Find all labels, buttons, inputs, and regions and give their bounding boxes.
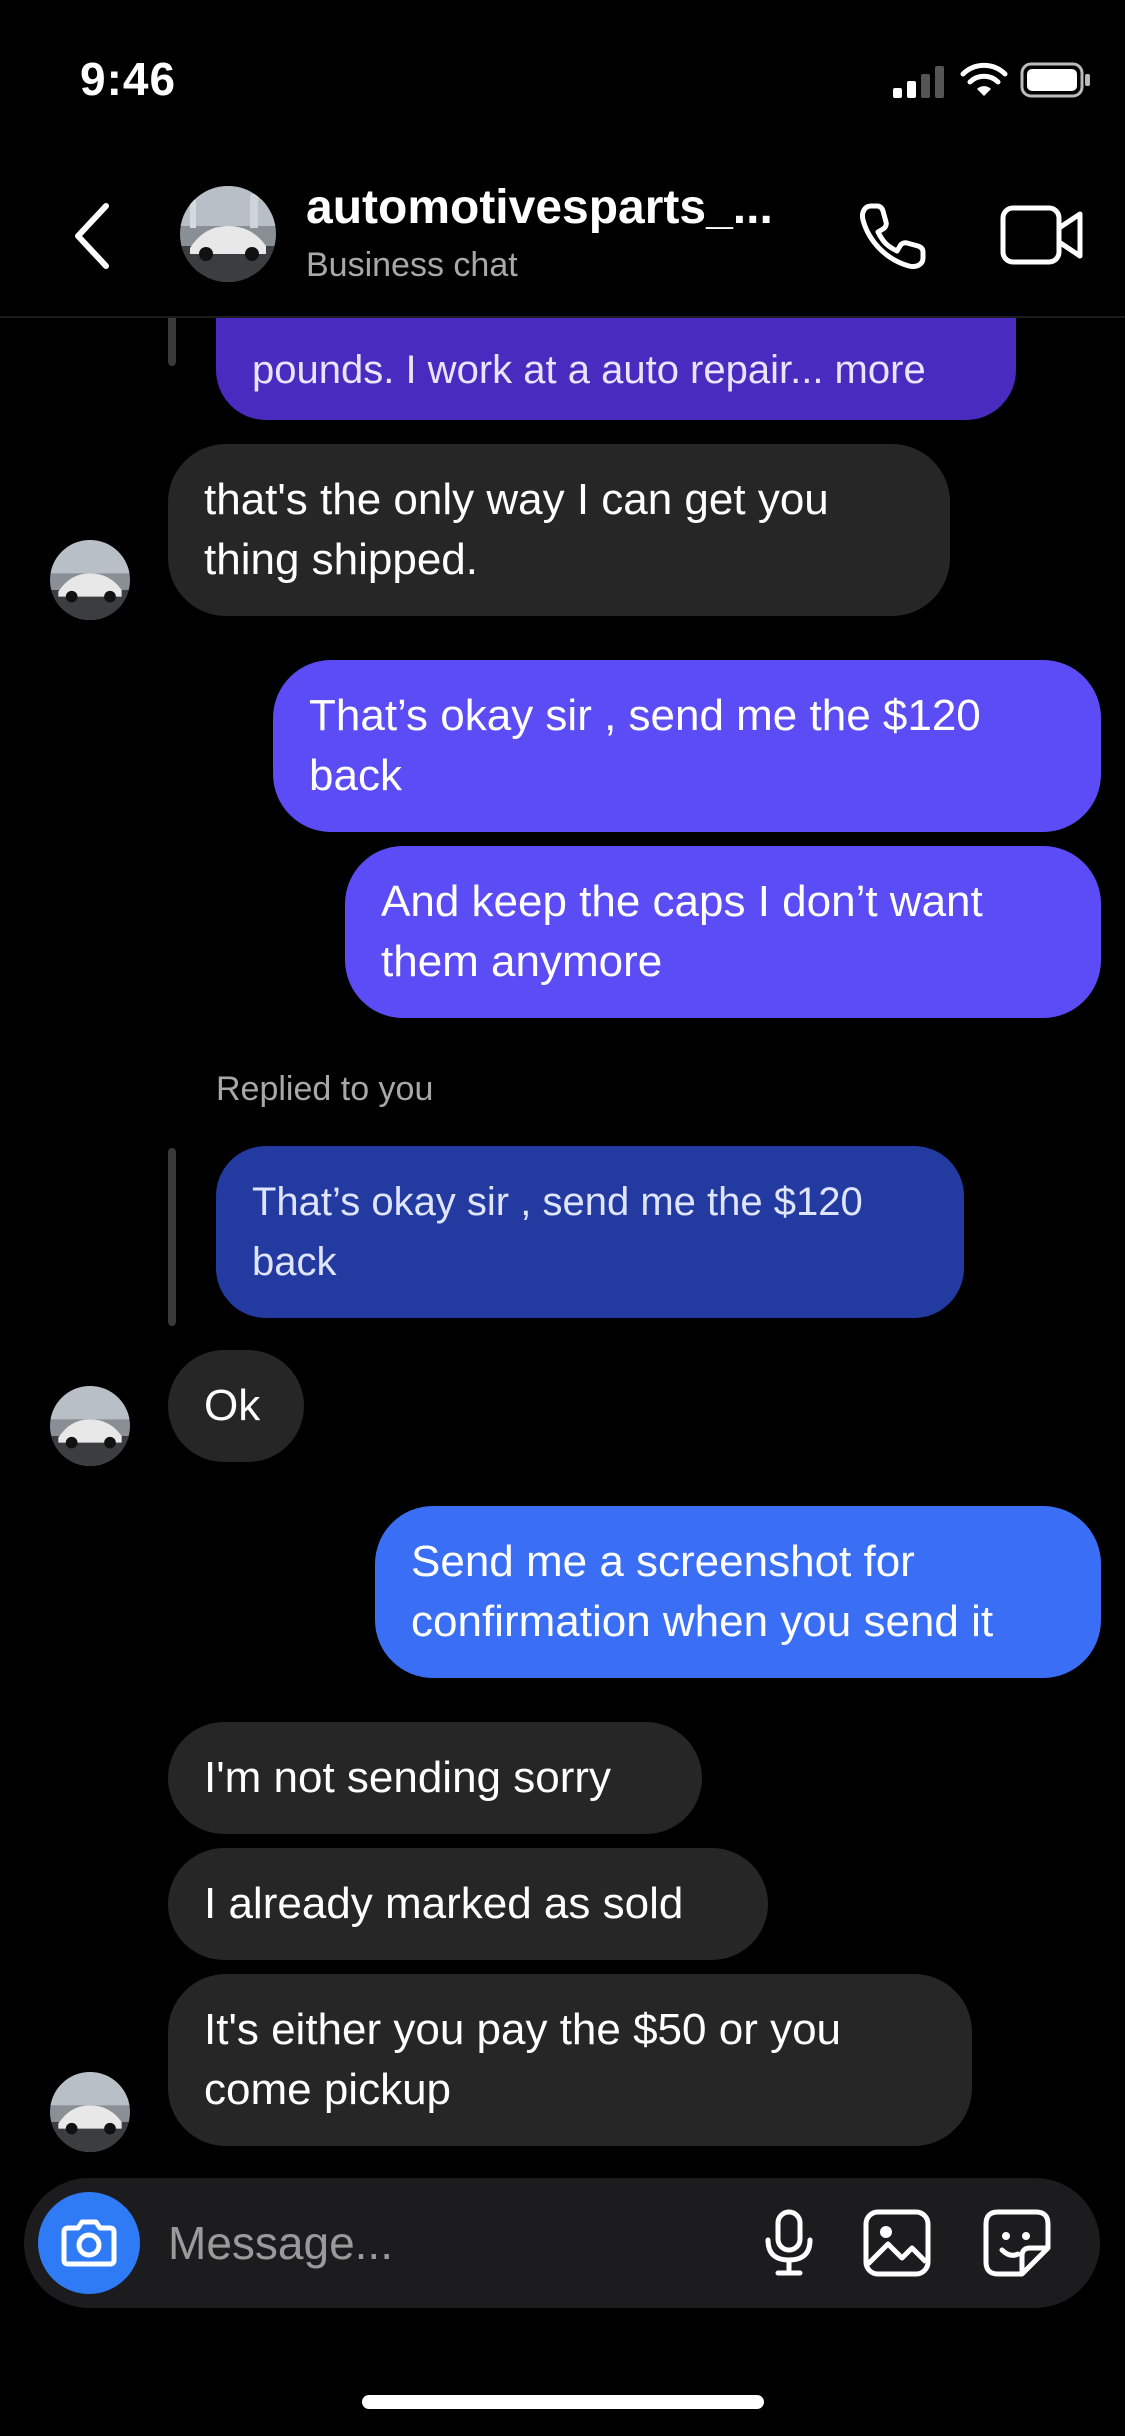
message-composer	[24, 2178, 1100, 2308]
message-input[interactable]	[168, 2210, 728, 2276]
chat-header: automotivesparts_... Business chat	[0, 150, 1125, 318]
quote-bar	[168, 318, 176, 366]
status-time: 9:46	[80, 53, 177, 105]
chat-subtitle: Business chat	[306, 246, 518, 284]
chevron-left-icon[interactable]	[66, 200, 122, 272]
message-thread[interactable]: pounds. I work at a auto repair... more …	[0, 318, 1125, 2178]
quote-bar	[168, 1148, 176, 1326]
outgoing-message[interactable]: That’s okay sir , send me the $120 back	[273, 660, 1101, 832]
gallery-icon[interactable]	[862, 2208, 932, 2278]
incoming-message[interactable]: I'm not sending sorry	[168, 1722, 702, 1834]
status-bar: 9:46	[0, 0, 1125, 150]
outgoing-message[interactable]: And keep the caps I don’t want them anym…	[345, 846, 1101, 1018]
quoted-message[interactable]: That’s okay sir , send me the $120 back	[216, 1146, 964, 1318]
video-camera-icon[interactable]	[1000, 202, 1084, 268]
home-indicator[interactable]	[362, 2395, 764, 2409]
reply-label: Replied to you	[216, 1070, 434, 1108]
contact-name[interactable]: automotivesparts_...	[306, 180, 773, 235]
camera-button[interactable]	[38, 2192, 140, 2294]
sender-avatar[interactable]	[50, 540, 130, 620]
incoming-message[interactable]: It's either you pay the $50 or you come …	[168, 1974, 972, 2146]
cellular-signal-icon	[893, 66, 944, 98]
battery-icon	[1020, 62, 1090, 98]
sticker-icon[interactable]	[982, 2208, 1052, 2278]
camera-icon	[61, 2219, 117, 2267]
sender-avatar[interactable]	[50, 2072, 130, 2152]
wifi-icon	[960, 62, 1008, 96]
phone-icon[interactable]	[855, 200, 929, 274]
incoming-message[interactable]: that's the only way I can get you thing …	[168, 444, 950, 616]
incoming-message[interactable]: I already marked as sold	[168, 1848, 768, 1960]
incoming-message[interactable]: Ok	[168, 1350, 304, 1462]
sender-avatar[interactable]	[50, 1386, 130, 1466]
contact-avatar[interactable]	[180, 186, 276, 282]
microphone-icon[interactable]	[754, 2208, 824, 2278]
quoted-message[interactable]: pounds. I work at a auto repair... more	[216, 318, 1016, 420]
outgoing-message[interactable]: Send me a screenshot for confirmation wh…	[375, 1506, 1101, 1678]
